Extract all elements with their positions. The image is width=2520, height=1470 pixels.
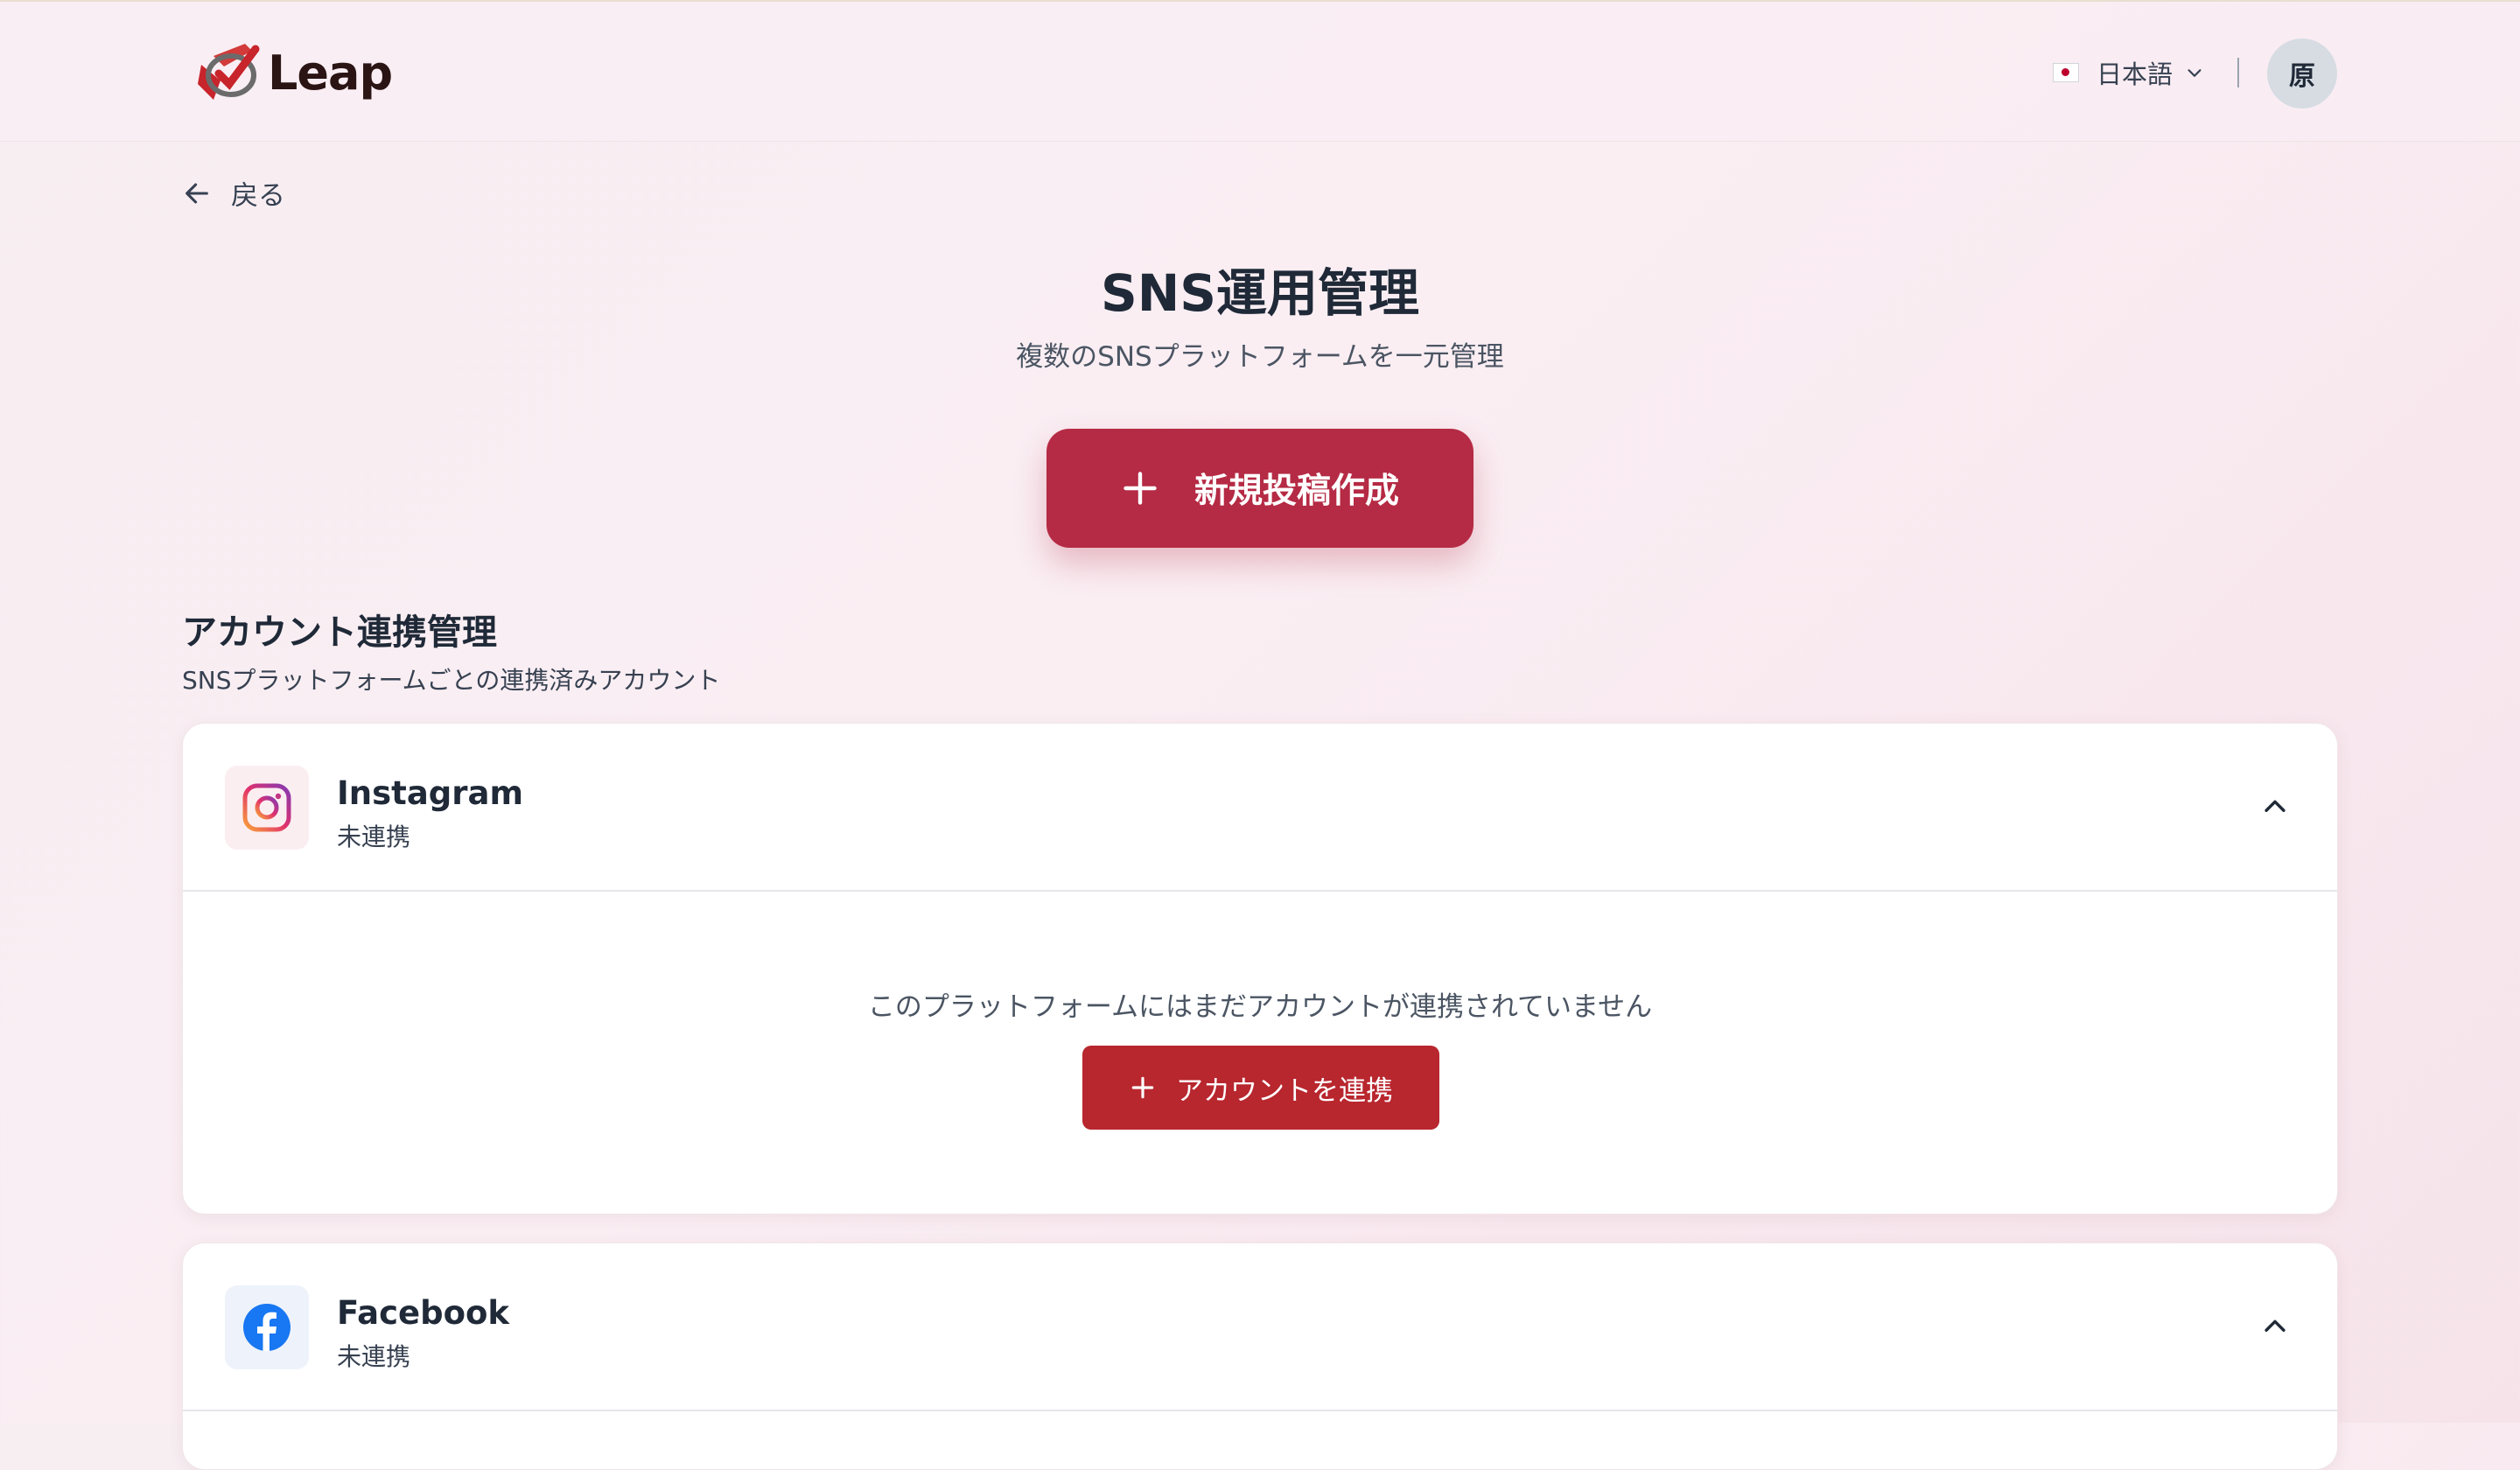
card-separator [183,1410,2337,1411]
chevron-down-icon [2188,69,2202,77]
japan-flag-icon [2053,63,2079,82]
language-label: 日本語 [2096,60,2174,89]
top-header: Leap 日本語 原 [0,0,2520,142]
platform-card-instagram: Instagram 未連携 このプラットフォームにはまだアカウントが連携されてい… [182,723,2338,1214]
plus-icon [1131,1076,1154,1099]
page-subtitle: 複数のSNSプラットフォームを一元管理 [1016,341,1504,373]
app-logo[interactable]: Leap [194,38,393,107]
leap-logo-icon [198,44,260,100]
user-avatar[interactable]: 原 [2267,38,2337,108]
header-divider [2237,58,2239,88]
connect-account-label: アカウントを連携 [1176,1074,1393,1106]
platform-status: 未連携 [337,822,411,851]
chevron-up-icon[interactable] [2260,1312,2290,1341]
platform-name: Facebook [337,1294,510,1332]
facebook-icon [225,1285,309,1369]
accounts-section-subtitle: SNSプラットフォームごとの連携済みアカウント [182,666,721,695]
platform-card-header[interactable]: Instagram 未連携 [183,724,2337,890]
page-title: SNS運用管理 [1100,263,1420,323]
language-selector[interactable]: 日本語 [2053,54,2204,91]
platform-status: 未連携 [337,1342,411,1371]
logo-text: Leap [268,45,393,101]
new-post-button[interactable]: 新規投稿作成 [1046,429,1474,548]
back-link[interactable]: 戻る [182,173,285,213]
platform-card-facebook: Facebook 未連携 [182,1242,2338,1470]
platform-name: Instagram [337,774,524,812]
instagram-icon [225,766,309,850]
new-post-label: 新規投稿作成 [1194,472,1399,510]
plus-icon [1124,472,1157,505]
back-label: 戻る [231,180,285,212]
platform-card-header[interactable]: Facebook 未連携 [183,1243,2337,1410]
arrow-left-icon [186,183,208,203]
platform-card-body: このプラットフォームにはまだアカウントが連携されていません アカウントを連携 [183,892,2337,1214]
chevron-up-icon[interactable] [2260,792,2290,822]
accounts-section-title: アカウント連携管理 [182,612,497,653]
connect-account-button[interactable]: アカウントを連携 [1082,1046,1439,1130]
empty-accounts-message: このプラットフォームにはまだアカウントが連携されていません [867,991,1653,1023]
